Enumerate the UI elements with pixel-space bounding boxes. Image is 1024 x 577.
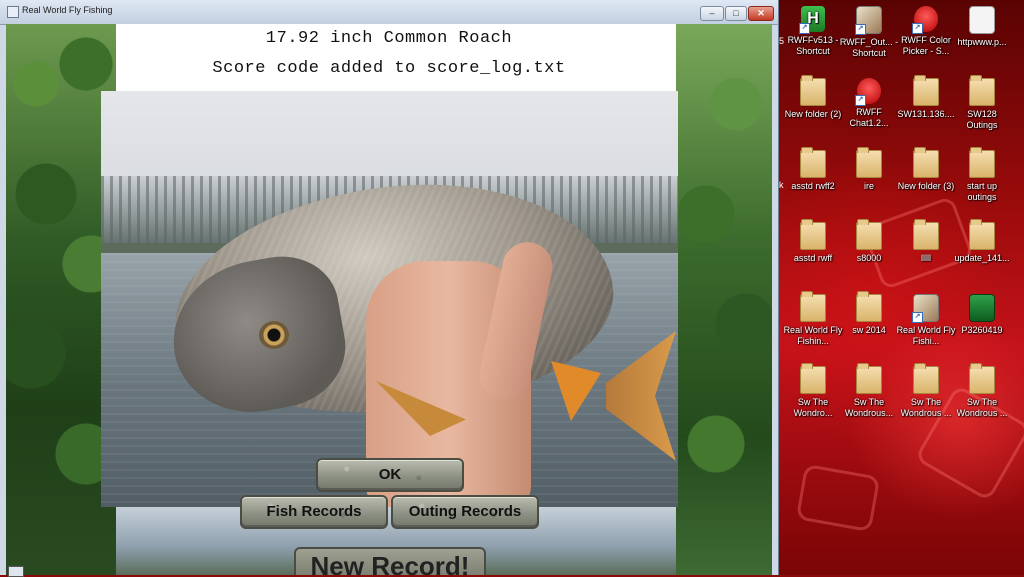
desktop-icon[interactable]: ↗ RWFF Chat1.2... [839, 78, 899, 129]
folder-icon [913, 219, 939, 250]
fish-records-button[interactable]: Fish Records [240, 495, 388, 529]
desktop-icon-label: Sw The Wondrous ... [956, 397, 1008, 418]
desktop-icon-label: SW131.136.... [897, 109, 955, 119]
folder-icon [856, 291, 882, 322]
window-corner-icon [8, 566, 24, 577]
desktop-icon-label: update_141... [954, 253, 1010, 263]
desktop-icon[interactable]: Sw The Wondrous ... [896, 363, 956, 419]
desktop-icon[interactable]: asstd rwff [783, 219, 843, 264]
close-button[interactable]: ✕ [748, 6, 774, 21]
desktop-icon[interactable]: sw 2014 [839, 291, 899, 336]
desktop-icon-label: New folder (2) [784, 109, 842, 119]
minimize-button[interactable]: – [700, 6, 724, 21]
desktop-icon[interactable]: httpwww.p... [952, 6, 1012, 48]
desktop-icon-label: Sw The Wondro... [793, 397, 833, 418]
application-icon: ↗ [855, 6, 882, 35]
scenery-trees-right [676, 24, 772, 575]
folder-icon [969, 219, 995, 250]
desktop-icon[interactable]: asstd rwff2 [783, 147, 843, 192]
desktop-icon-label: Real World Fly Fishin... [783, 325, 843, 346]
folder-icon [913, 147, 939, 178]
desktop-icon-label: s8000 [856, 253, 882, 263]
desktop-icon[interactable]: ↗ Real World Fly Fishi... [896, 294, 956, 347]
game-window: Real World Fly Fishing – □ ✕ 17.92 inch … [0, 0, 779, 577]
desktop-icon-label: asstd rwff [793, 253, 833, 263]
folder-icon [800, 147, 826, 178]
desktop-icon-label: Sw The Wondrous ... [900, 397, 952, 418]
desktop-icon-label: httpwww.p... [957, 37, 1007, 47]
application-icon: ↗ [855, 78, 881, 106]
folder-icon [913, 363, 939, 394]
desktop-icon[interactable]: P3260419 [952, 294, 1012, 336]
desktop-icon[interactable]: s8000 [839, 219, 899, 264]
window-titlebar[interactable]: Real World Fly Fishing – □ ✕ [0, 0, 778, 25]
desktop-icon-label: Sw The Wondrous... [844, 397, 894, 418]
new-record-banner: New Record! [294, 547, 486, 575]
folder-icon [800, 75, 826, 106]
desktop-icon[interactable]: ↗ RWFF_Out... - Shortcut [839, 6, 899, 59]
desktop-icon-label: RWFFv513 - Shortcut [787, 35, 839, 56]
desktop-icon-label: Real World Fly Fishi... [896, 325, 956, 346]
shortcut-arrow-icon: ↗ [855, 95, 866, 106]
score-message: Score code added to score_log.txt [212, 59, 566, 78]
game-viewport: 17.92 inch Common Roach Score code added… [6, 24, 772, 575]
folder-icon [856, 147, 882, 178]
desktop-icon-label: asstd rwff2 [791, 181, 835, 191]
desktop-icon[interactable]: lllll [896, 219, 956, 264]
app-icon [7, 6, 19, 18]
scenery-trees-left [6, 24, 116, 575]
desktop-icon-label: RWFF Color Picker - S... [901, 35, 951, 56]
window-title: Real World Fly Fishing [22, 5, 113, 15]
maximize-button[interactable]: □ [725, 6, 747, 21]
application-icon: ↗ [912, 294, 939, 323]
folder-icon [856, 363, 882, 394]
application-icon [969, 294, 995, 322]
folder-icon [969, 363, 995, 394]
shortcut-arrow-icon: ↗ [912, 23, 923, 34]
desktop-icon[interactable]: SW131.136.... [896, 75, 956, 120]
fish-eye [259, 321, 289, 349]
desktop-icon-label: RWFF_Out... - Shortcut [839, 37, 899, 58]
application-icon [969, 6, 995, 34]
shortcut-arrow-icon: ↗ [855, 24, 866, 35]
folder-icon [913, 75, 939, 106]
application-icon: ↗ [912, 6, 938, 34]
shortcut-arrow-icon: ↗ [912, 312, 923, 323]
folder-icon [800, 363, 826, 394]
desktop-icon[interactable]: ire [839, 147, 899, 192]
desktop-icon[interactable]: start up outings [952, 147, 1012, 203]
desktop-icon-label: SW128 Outings [966, 109, 998, 130]
desktop-icon[interactable]: Real World Fly Fishin... [783, 291, 843, 347]
desktop-icon[interactable]: ↗ RWFF Color Picker - S... [896, 6, 956, 57]
desktop-icon-label: lllll [921, 253, 931, 263]
desktop-icon-label: ire [863, 181, 874, 191]
wallpaper-shape [795, 463, 881, 533]
desktop-icon[interactable]: Sw The Wondrous ... [952, 363, 1012, 419]
desktop-icon[interactable]: New folder (2) [783, 75, 843, 120]
desktop-icon[interactable]: Sw The Wondro... [783, 363, 843, 419]
folder-icon [856, 219, 882, 250]
fish-photo [101, 91, 678, 507]
folder-icon [800, 219, 826, 250]
desktop-icon-label: New folder (3) [897, 181, 955, 191]
desktop-icon[interactable]: SW128 Outings [952, 75, 1012, 131]
desktop-icon[interactable]: Sw The Wondrous... [839, 363, 899, 419]
desktop-icon[interactable]: New folder (3) [896, 147, 956, 192]
desktop-icon-label: sw 2014 [852, 325, 886, 335]
desktop-icon-label: P3260419 [961, 325, 1003, 335]
folder-icon [969, 75, 995, 106]
application-icon: H ↗ [799, 6, 825, 34]
outing-records-button[interactable]: Outing Records [391, 495, 539, 529]
ok-button[interactable]: OK [316, 458, 464, 492]
desktop-icon-label: RWFF Chat1.2... [849, 107, 889, 128]
desktop-icon-label: start up outings [966, 181, 997, 202]
desktop-icon[interactable]: H ↗ RWFFv513 - Shortcut [783, 6, 843, 57]
shortcut-arrow-icon: ↗ [799, 23, 810, 34]
desktop-icon[interactable]: update_141... [952, 219, 1012, 264]
folder-icon [800, 291, 826, 322]
folder-icon [969, 147, 995, 178]
catch-message: 17.92 inch Common Roach [265, 29, 513, 48]
